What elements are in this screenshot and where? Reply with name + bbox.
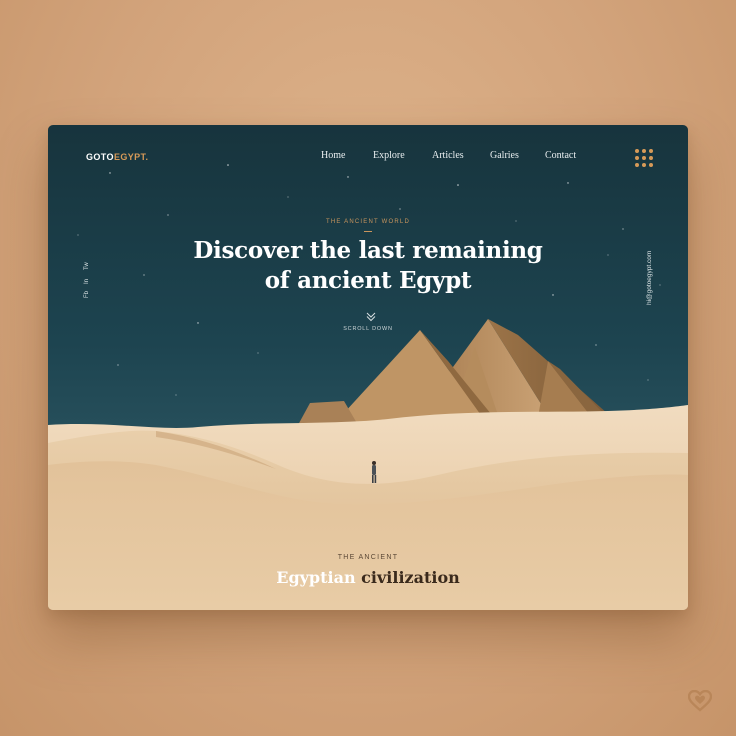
site-logo[interactable]: GOTOEGYPT. [86, 152, 148, 162]
nav-home[interactable]: Home [321, 150, 345, 161]
section-eyebrow: THE ANCIENT [337, 554, 399, 561]
nav-galleries[interactable]: Galries [490, 150, 519, 161]
hero-title-line2: of ancient Egypt [264, 267, 472, 294]
hero-card: GOTOEGYPT. Home Explore Articles Galries… [48, 125, 688, 610]
nav-articles[interactable]: Articles [432, 150, 464, 161]
eyebrow-divider [364, 231, 372, 232]
hero-title: Discover the last remaining of ancient E… [48, 236, 688, 296]
section-title-light: Egyptian [276, 568, 356, 587]
desert-pyramids-image [48, 125, 688, 610]
scroll-down-label[interactable]: SCROLL DOWN [48, 326, 688, 332]
section-title-dark: civilization [361, 568, 460, 587]
logo-goto: GOTO [86, 152, 114, 162]
hero-title-line1: Discover the last remaining [193, 237, 543, 264]
grid-dots-icon[interactable] [635, 149, 653, 167]
section-title: Egyptian civilization [48, 568, 688, 587]
nav-explore[interactable]: Explore [373, 150, 405, 161]
heart-icon[interactable] [688, 690, 712, 712]
hero-eyebrow: THE ANCIENT WORLD [326, 219, 410, 225]
chevron-down-icon[interactable] [366, 312, 376, 322]
nav-contact[interactable]: Contact [545, 150, 576, 161]
logo-egypt: EGYPT. [113, 152, 149, 162]
